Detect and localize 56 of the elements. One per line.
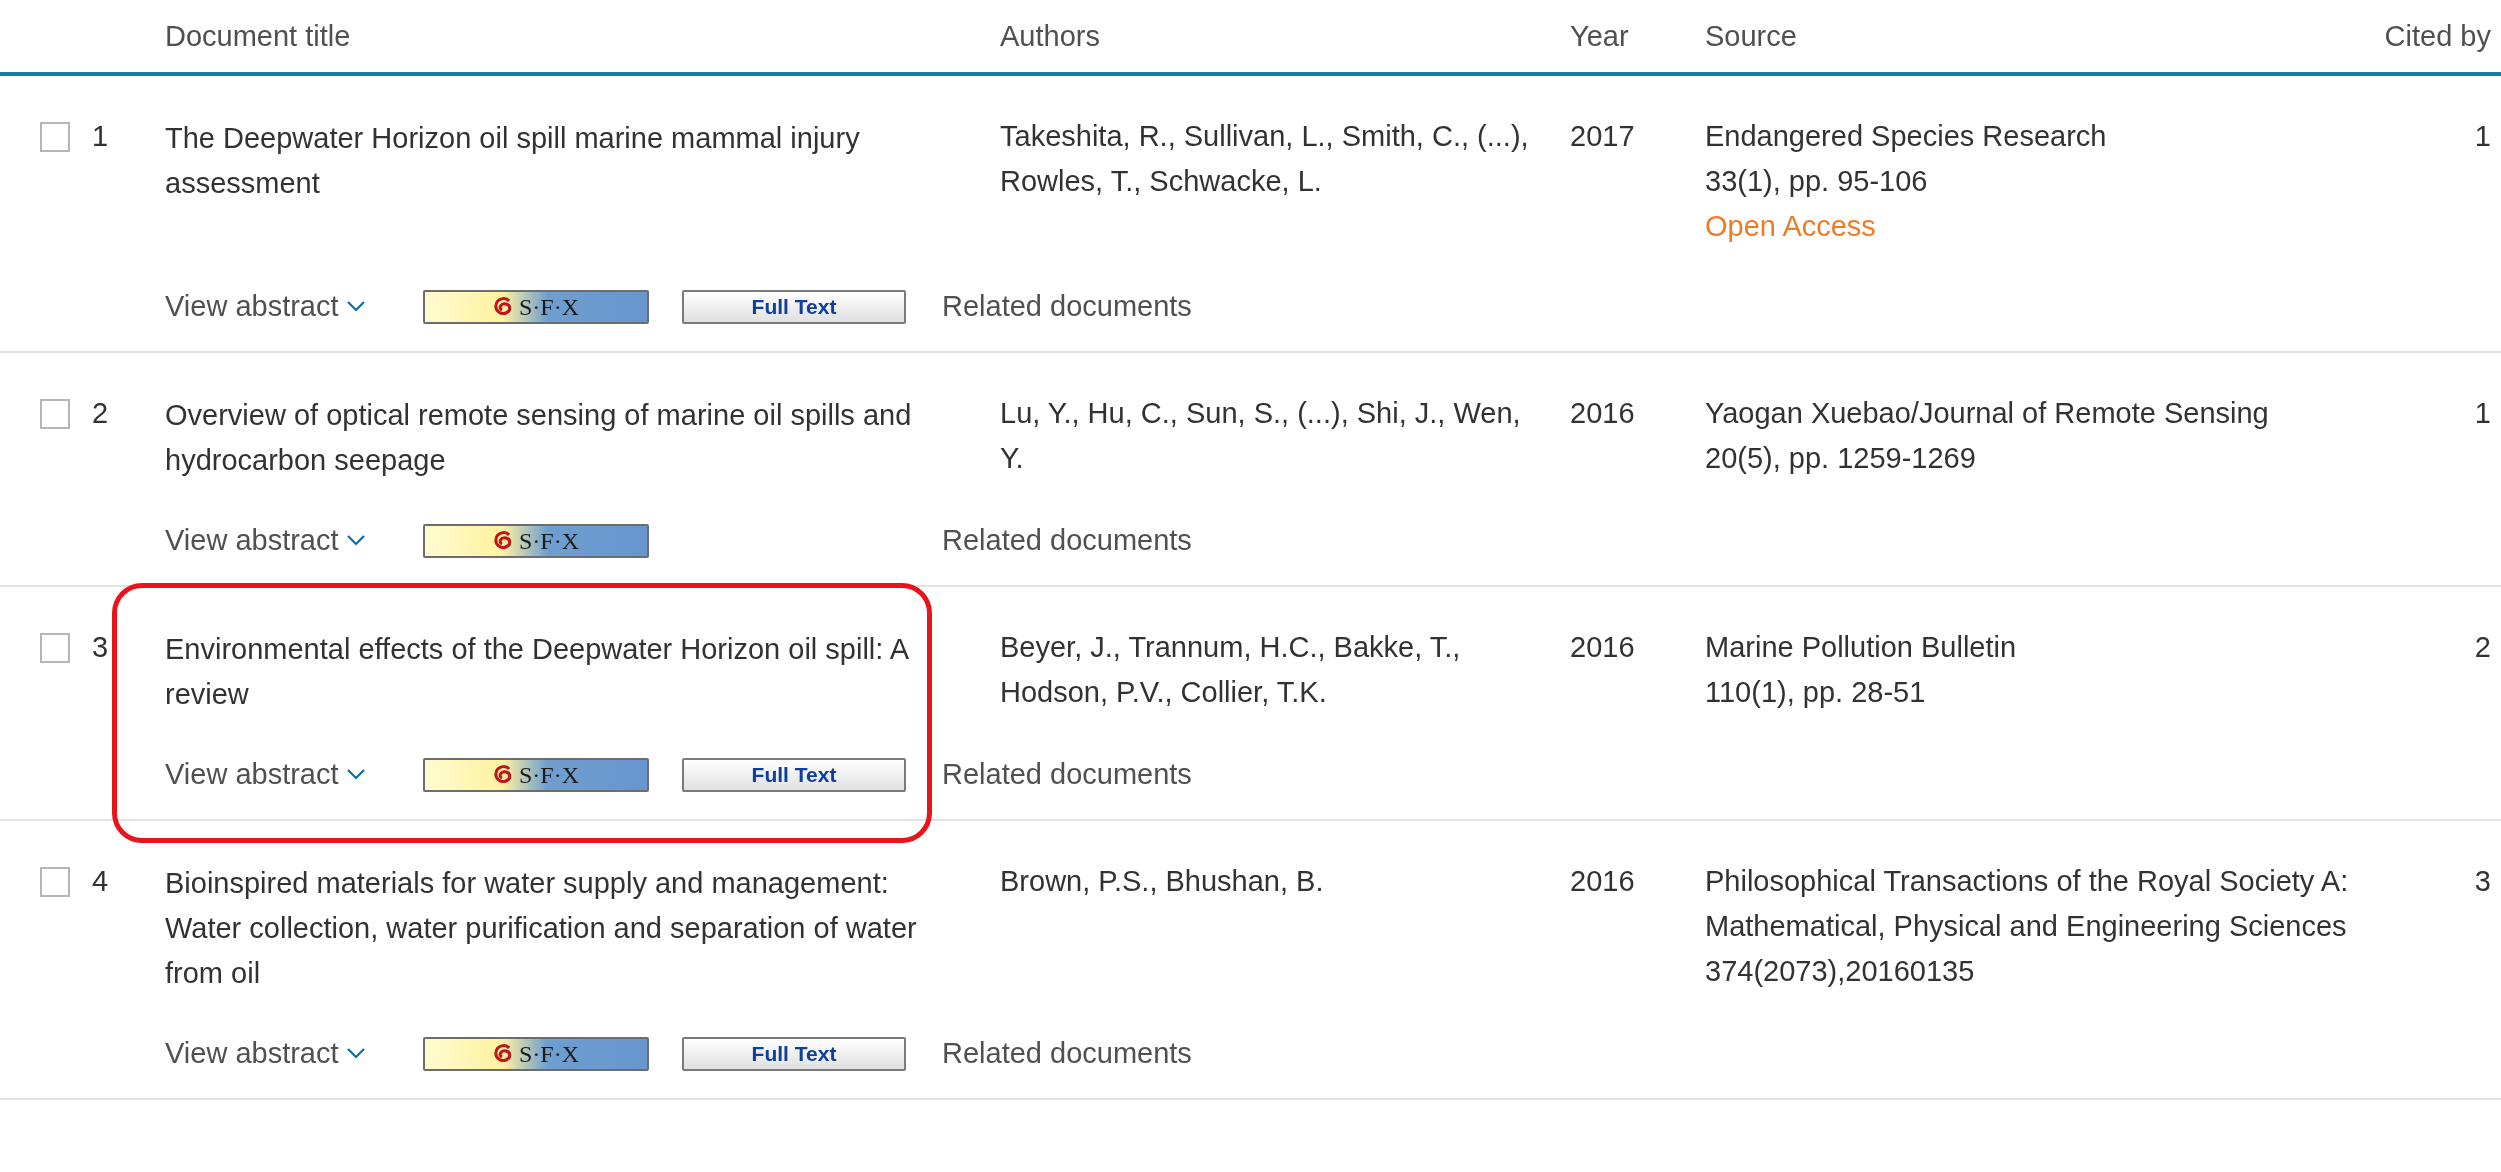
chevron-down-icon (346, 769, 365, 780)
row-checkbox[interactable] (40, 398, 70, 429)
full-text-button[interactable]: Full Text (682, 1036, 906, 1071)
source-text: 110(1), pp. 28-51 (1705, 675, 1926, 710)
related-documents-link[interactable]: Related documents (942, 518, 1192, 563)
source-text: 20(5), pp. 1259-1269 (1705, 441, 1976, 476)
view-abstract-link[interactable]: View abstract (165, 752, 365, 797)
row-number: 1 (92, 119, 109, 154)
row-number: 2 (92, 396, 109, 431)
document-title-link[interactable]: Environmental effects of the Deepwater Horizon oil spill: A review (165, 627, 960, 717)
authors-text[interactable]: Takeshita, R., Sullivan, L., Smith, C., (...), Rowles, T., Schwacke, L. (1000, 114, 1540, 204)
sfx-button[interactable]: S·F·X (423, 523, 649, 558)
row-checkbox[interactable] (40, 866, 70, 897)
chevron-down-icon (346, 301, 365, 312)
year-text: 2017 (1570, 120, 1635, 152)
row-number: 4 (92, 864, 109, 899)
open-access-label: Open Access (1705, 209, 1876, 244)
source-text[interactable]: Endangered Species Research (1705, 114, 2107, 159)
cited-by-count[interactable]: 1 (2474, 391, 2491, 483)
related-documents-link[interactable]: Related documents (942, 752, 1192, 797)
view-abstract-link[interactable]: View abstract (165, 1031, 365, 1076)
chevron-down-icon (346, 535, 365, 546)
source-text: 33(1), pp. 95-106 (1705, 164, 1928, 199)
sfx-button[interactable]: S·F·X (423, 1036, 649, 1071)
source-text: 374(2073),20160135 (1705, 954, 1975, 989)
column-header[interactable]: Cited by (2384, 13, 2501, 59)
document-title-link[interactable]: Overview of optical remote sensing of marine oil spills and hydrocarbon seepage (165, 393, 960, 483)
full-text-button[interactable]: Full Text (682, 289, 906, 324)
document-title-link[interactable]: The Deepwater Horizon oil spill marine mammal injury assessment (165, 116, 960, 206)
year-text: 2016 (1570, 865, 1635, 897)
source-text[interactable]: Marine Pollution Bulletin (1705, 625, 2017, 670)
row-checkbox[interactable] (40, 632, 70, 663)
source-text[interactable]: Yaogan Xuebao/Journal of Remote Sensing (1705, 391, 2269, 436)
view-abstract-link[interactable]: View abstract (165, 518, 365, 563)
related-documents-link[interactable]: Related documents (942, 284, 1192, 329)
column-header[interactable]: Document title (165, 13, 1000, 59)
cited-by-count[interactable]: 2 (2474, 625, 2491, 717)
document-title-link[interactable]: Bioinspired materials for water supply and management: Water collection, water purification and separation of water from oil (165, 861, 960, 996)
sfx-button[interactable]: S·F·X (423, 757, 649, 792)
year-text: 2016 (1570, 631, 1635, 663)
authors-text[interactable]: Beyer, J., Trannum, H.C., Bakke, T., Hodson, P.V., Collier, T.K. (1000, 625, 1540, 715)
year-text: 2016 (1570, 397, 1635, 429)
authors-text[interactable]: Lu, Y., Hu, C., Sun, S., (...), Shi, J., Wen, Y. (1000, 391, 1540, 481)
source-text[interactable]: Philosophical Transactions of the Royal Society A: Mathematical, Physical and Engineering Sciences (1705, 859, 2411, 949)
cited-by-count[interactable]: 1 (2474, 114, 2491, 249)
authors-text[interactable]: Brown, P.S., Bhushan, B. (1000, 859, 1540, 904)
cited-by-count[interactable]: 3 (2474, 859, 2491, 996)
column-header[interactable]: Authors (1000, 13, 1570, 59)
related-documents-link[interactable]: Related documents (942, 1031, 1192, 1076)
chevron-down-icon (346, 1048, 365, 1059)
row-checkbox[interactable] (40, 121, 70, 152)
full-text-button[interactable]: Full Text (682, 757, 906, 792)
sfx-button[interactable]: S·F·X (423, 289, 649, 324)
row-number: 3 (92, 630, 109, 665)
view-abstract-link[interactable]: View abstract (165, 284, 365, 329)
column-header[interactable]: Year (1570, 13, 1705, 59)
